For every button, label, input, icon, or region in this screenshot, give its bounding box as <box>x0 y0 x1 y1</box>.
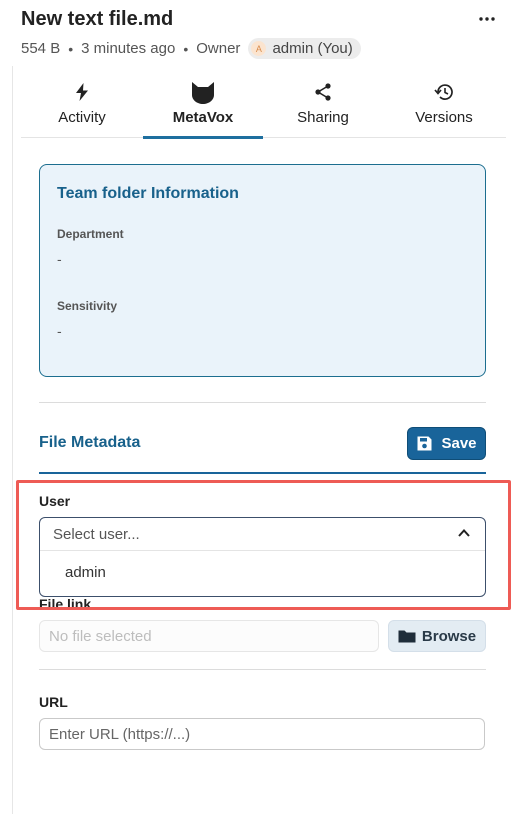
url-placeholder: Enter URL (https://...) <box>49 725 191 743</box>
save-button[interactable]: Save <box>407 427 486 460</box>
tab-bar: Activity MetaVox Sharing Versions <box>21 72 506 139</box>
cat-icon <box>191 80 215 104</box>
owner-chip[interactable]: A admin (You) <box>248 38 361 59</box>
sensitivity-value: - <box>57 323 62 339</box>
file-title: New text file.md <box>21 8 174 30</box>
file-metadata-underline <box>39 472 486 474</box>
avatar: A <box>251 41 267 56</box>
tab-label: Sharing <box>297 109 349 126</box>
folder-icon <box>398 629 416 643</box>
tab-versions[interactable]: Versions <box>383 72 505 138</box>
lightning-icon <box>75 80 89 104</box>
owner-label: Owner <box>196 40 241 57</box>
save-label: Save <box>441 435 477 452</box>
tab-label: Versions <box>415 109 473 126</box>
sensitivity-label: Sensitivity <box>57 299 118 313</box>
more-options-button[interactable] <box>474 8 500 30</box>
team-folder-card: Team folder Information Department - Sen… <box>39 164 486 377</box>
url-input[interactable]: Enter URL (https://...) <box>39 718 485 750</box>
file-metadata-title: File Metadata <box>39 434 141 451</box>
tab-sharing[interactable]: Sharing <box>263 72 383 138</box>
department-label: Department <box>57 227 124 241</box>
department-value: - <box>57 251 62 267</box>
file-header: New text file.md 554 B • 3 minutes ago •… <box>0 0 519 66</box>
tab-activity[interactable]: Activity <box>21 72 143 138</box>
tab-label: Activity <box>58 109 106 126</box>
section-divider <box>39 669 486 670</box>
more-horizontal-icon <box>479 17 495 21</box>
history-icon <box>434 80 454 104</box>
team-folder-title: Team folder Information <box>57 185 239 202</box>
file-modified: 3 minutes ago <box>81 40 176 57</box>
owner-name: admin (You) <box>272 40 353 57</box>
file-meta-line: 554 B • 3 minutes ago • Owner A admin (Y… <box>21 38 361 59</box>
url-label: URL <box>39 694 68 710</box>
section-divider <box>39 402 486 403</box>
browse-button[interactable]: Browse <box>388 620 486 652</box>
file-link-placeholder: No file selected <box>49 627 152 645</box>
tab-metavox[interactable]: MetaVox <box>143 72 263 139</box>
file-link-input[interactable]: No file selected <box>39 620 379 652</box>
sidebar-edge <box>12 66 13 814</box>
tab-label: MetaVox <box>172 109 234 126</box>
file-size: 554 B <box>21 40 61 57</box>
highlight-box <box>16 480 511 610</box>
share-icon <box>314 80 332 104</box>
browse-label: Browse <box>421 627 477 645</box>
save-icon <box>416 435 433 452</box>
